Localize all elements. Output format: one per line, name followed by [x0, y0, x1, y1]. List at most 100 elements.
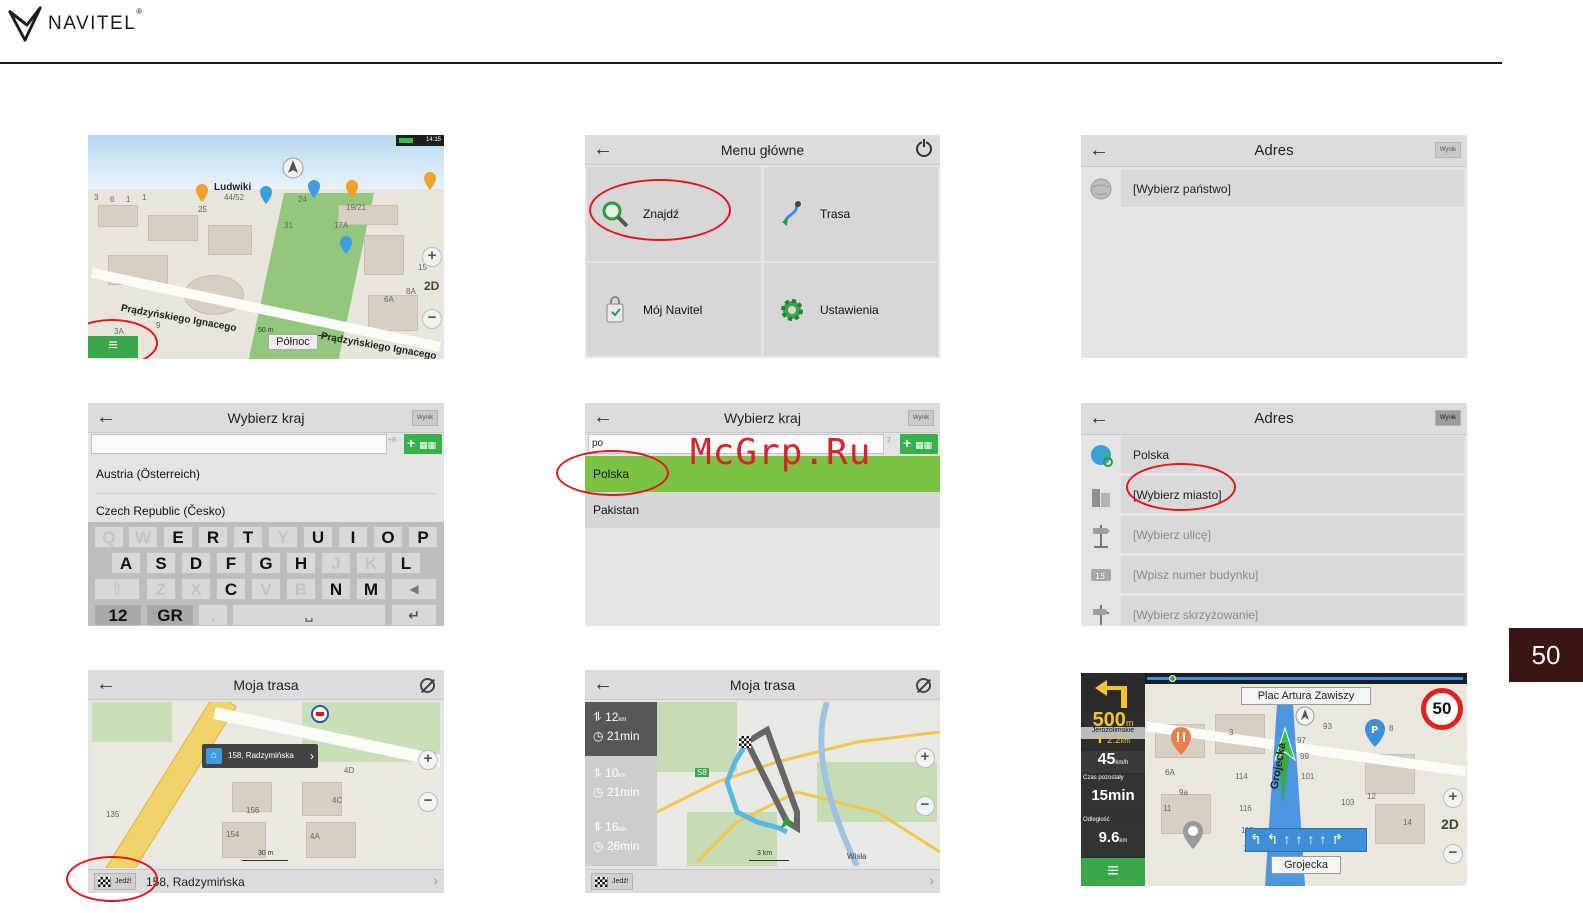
back-arrow-icon[interactable]: ← [593, 674, 613, 694]
go-button[interactable]: Jedź! [591, 873, 633, 890]
key-k[interactable]: K [356, 552, 386, 574]
compass-icon[interactable] [282, 157, 304, 179]
route-map[interactable]: 4D 4C 4A 156 154 135 ⌂ 158, Radzymińska … [92, 702, 440, 868]
key-f[interactable]: F [216, 552, 246, 574]
shift-key[interactable]: ⇧ [94, 578, 140, 600]
key-i[interactable]: I [338, 526, 368, 548]
key-h[interactable]: H [286, 552, 316, 574]
back-arrow-icon[interactable]: ← [593, 139, 613, 159]
result-button[interactable]: Wynik [1435, 142, 1461, 158]
route-icon: ⥮ [593, 710, 606, 724]
building-row[interactable]: [Wpisz numer budynku] [1121, 556, 1464, 594]
key-m[interactable]: M [356, 578, 386, 600]
menu-item-route[interactable]: Trasa [764, 167, 938, 261]
result-button[interactable]: Wynik [412, 410, 438, 426]
key-p[interactable]: P [408, 526, 438, 548]
compass-icon[interactable] [1295, 706, 1315, 726]
key-x[interactable]: X [181, 578, 211, 600]
search-input[interactable] [91, 434, 387, 454]
fuel-station-icon[interactable] [310, 704, 330, 724]
navigation-map[interactable]: Grojecka 93 97 99 101 103 114 116 118 12… [1145, 684, 1467, 886]
key-s[interactable]: S [146, 552, 176, 574]
zoom-out-button[interactable]: − [915, 796, 935, 816]
back-arrow-icon[interactable]: ← [96, 674, 116, 694]
intersection-row[interactable]: [Wybierz skrzyżowanie] [1121, 596, 1464, 626]
route-overview-map[interactable]: S8 Wisła + − 3 km [657, 702, 940, 866]
street-row[interactable]: [Wybierz ulicę] [1121, 516, 1464, 554]
back-arrow-icon[interactable]: ← [1089, 408, 1109, 428]
zoom-out-button[interactable]: − [422, 309, 442, 329]
key-a[interactable]: A [111, 552, 141, 574]
result-button[interactable]: Wynik [1435, 410, 1461, 426]
gps-off-icon[interactable] [420, 678, 435, 693]
key-d[interactable]: D [181, 552, 211, 574]
route-option-selected[interactable]: ⥮ 12km ◷ 21min [585, 702, 657, 756]
location-popup[interactable]: ⌂ 158, Radzymińska › [202, 744, 318, 768]
zoom-in-button[interactable]: + [1443, 788, 1463, 808]
poi-pin-icon[interactable] [422, 171, 438, 191]
keyboard-toggle-button[interactable]: + ▦▦ [404, 434, 442, 454]
keyboard-toggle-button[interactable]: + ▦▦ [900, 434, 938, 454]
result-counter: +8 [388, 437, 396, 444]
gps-off-icon[interactable] [916, 678, 931, 693]
zoom-in-button[interactable]: + [422, 247, 442, 267]
key-b[interactable]: B [286, 578, 316, 600]
key-e[interactable]: E [163, 526, 193, 548]
poi-pin-icon[interactable] [338, 235, 354, 255]
poi-pin-icon[interactable] [306, 179, 322, 199]
view-mode-button[interactable]: 2D [1441, 816, 1459, 832]
menu-item-settings[interactable]: Ustawienia [764, 263, 938, 356]
chevron-right-icon: › [310, 749, 314, 763]
route-option[interactable]: ⥮ 10km ◷ 21min [585, 758, 657, 810]
key-t[interactable]: T [233, 526, 263, 548]
result-button[interactable]: Wynik [908, 410, 934, 426]
key-y[interactable]: Y [268, 526, 298, 548]
menu-item-my-navitel[interactable]: Mój Navitel [587, 263, 761, 356]
key-n[interactable]: N [321, 578, 351, 600]
zoom-out-button[interactable]: − [1443, 844, 1463, 864]
list-item[interactable]: Austria (Österreich) [88, 456, 444, 492]
key-l[interactable]: L [391, 552, 421, 574]
menu-button[interactable]: ≡ [1081, 858, 1145, 886]
poi-pin-icon[interactable] [194, 183, 210, 203]
key-z[interactable]: Z [146, 578, 176, 600]
list-item[interactable]: Pakistan [585, 492, 940, 528]
view-mode-button[interactable]: 2D [424, 279, 439, 293]
zoom-out-button[interactable]: − [418, 792, 438, 812]
key-c[interactable]: C [216, 578, 246, 600]
parking-pin-icon[interactable]: P [1363, 718, 1387, 748]
zoom-in-button[interactable]: + [418, 750, 438, 770]
chevron-right-icon[interactable]: › [433, 872, 438, 888]
key-j[interactable]: J [321, 552, 351, 574]
north-button[interactable]: Północ [268, 334, 318, 350]
route-option[interactable]: ⥮ 16km ◷ 26min [585, 812, 657, 864]
chevron-right-icon[interactable]: › [929, 872, 934, 888]
poi-pin-icon[interactable] [344, 179, 360, 199]
key-w[interactable]: W [128, 526, 158, 548]
poi-pin-icon[interactable] [258, 185, 274, 205]
house-number: 1 [126, 195, 131, 204]
restaurant-pin-icon[interactable] [1169, 726, 1193, 756]
back-arrow-icon[interactable]: ← [96, 407, 116, 427]
house-number: 8A [406, 287, 416, 296]
clock-icon: ◷ [593, 729, 607, 743]
backspace-key[interactable]: ◀ [391, 578, 437, 600]
key-g[interactable]: G [251, 552, 281, 574]
language-key[interactable]: GR [146, 604, 194, 626]
key-u[interactable]: U [303, 526, 333, 548]
key-r[interactable]: R [198, 526, 228, 548]
power-icon[interactable] [916, 138, 932, 157]
enter-key[interactable]: ↵ [391, 604, 437, 626]
back-arrow-icon[interactable]: ← [593, 407, 613, 427]
zoom-in-button[interactable]: + [915, 748, 935, 768]
key-q[interactable]: Q [94, 526, 124, 548]
pharmacy-pin-icon[interactable] [1181, 820, 1205, 850]
clock-icon: ◷ [593, 785, 607, 799]
dot-key[interactable]: . [198, 604, 228, 626]
space-key[interactable]: ␣ [232, 604, 386, 626]
back-arrow-icon[interactable]: ← [1089, 140, 1109, 160]
key-o[interactable]: O [373, 526, 403, 548]
key-v[interactable]: V [251, 578, 281, 600]
select-country-row[interactable]: [Wybierz państwo] [1121, 170, 1464, 208]
numbers-key[interactable]: 12 [94, 604, 142, 626]
